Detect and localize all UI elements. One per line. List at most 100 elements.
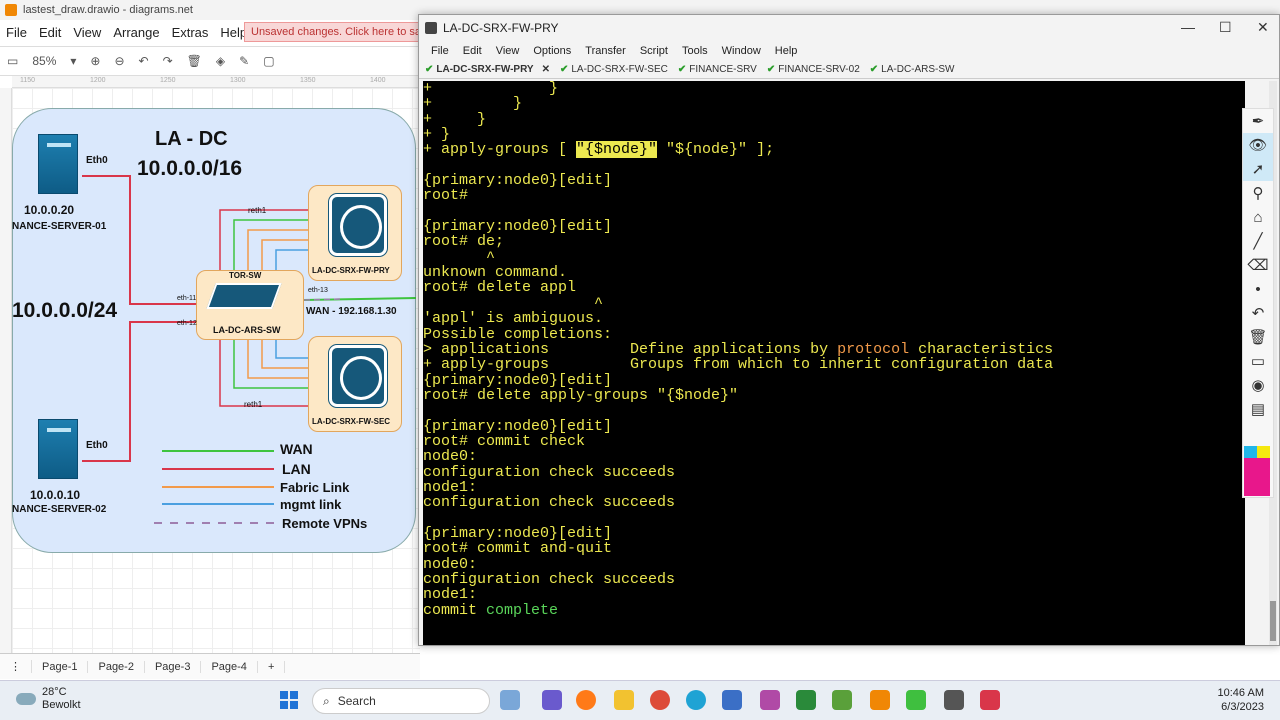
menu-edit[interactable]: Edit	[39, 25, 61, 40]
term-menu-options[interactable]: Options	[533, 45, 571, 57]
menu-arrange[interactable]: Arrange	[113, 25, 159, 40]
file-explorer-icon[interactable]	[614, 690, 634, 710]
pen-tip-icon[interactable]: ✒	[1243, 109, 1273, 133]
term-menu-window[interactable]: Window	[722, 45, 761, 57]
firewall-primary[interactable]: LA-DC-SRX-FW-PRY	[308, 185, 402, 281]
term-menu-tools[interactable]: Tools	[682, 45, 708, 57]
undo-icon[interactable]: ↶	[1243, 301, 1273, 325]
fill-color-icon[interactable]: ◈	[216, 54, 225, 68]
check-icon: ✔	[766, 64, 776, 75]
ruler-mark: 1150	[20, 77, 36, 84]
term-menu-view[interactable]: View	[496, 45, 520, 57]
terminal-line: commit complete	[423, 601, 559, 619]
page-menu-icon[interactable]: ⋮	[0, 660, 32, 673]
page-tab-2[interactable]: Page-2	[88, 660, 145, 673]
clipboard-icon[interactable]: ▤	[1243, 397, 1273, 421]
line-color-icon[interactable]: ✎	[239, 54, 249, 68]
search-icon: ⌕	[323, 693, 330, 708]
system-clock[interactable]: 10:46 AM 6/3/2023	[1214, 686, 1264, 714]
firefox-icon[interactable]	[576, 690, 596, 710]
page-tab-3[interactable]: Page-3	[145, 660, 202, 673]
unsaved-changes-button[interactable]: Unsaved changes. Click here to save.	[244, 22, 420, 42]
eraser-icon[interactable]: ⌫	[1243, 253, 1273, 277]
xbox-icon[interactable]	[796, 690, 816, 710]
whiteboard-icon[interactable]: ▭	[1243, 349, 1273, 373]
camera-icon[interactable]: ◉	[1243, 373, 1273, 397]
dot-icon[interactable]: •	[1243, 277, 1273, 301]
switch-icon	[206, 283, 282, 309]
task-view-icon[interactable]	[500, 690, 520, 710]
securecrt-icon[interactable]	[944, 690, 964, 710]
close-tab-icon[interactable]: ✕	[542, 64, 550, 75]
notepad-icon[interactable]	[832, 690, 852, 710]
app-icon[interactable]	[906, 690, 926, 710]
chrome-icon[interactable]	[650, 690, 670, 710]
app-icon[interactable]	[760, 690, 780, 710]
close-icon[interactable]: ✕	[1257, 19, 1269, 36]
server1-interface: Eth0	[86, 155, 108, 166]
windows-start-icon[interactable]	[280, 691, 298, 709]
terminal-line: root# delete apply-groups "{$node}"	[423, 386, 739, 404]
term-menu-script[interactable]: Script	[640, 45, 668, 57]
terminal-title: LA-DC-SRX-FW-PRY	[443, 21, 559, 35]
firewall-secondary[interactable]: LA-DC-SRX-FW-SEC	[308, 336, 402, 432]
term-menu-transfer[interactable]: Transfer	[585, 45, 626, 57]
edge-icon[interactable]	[686, 690, 706, 710]
tor-label: TOR-SW	[229, 271, 262, 280]
format-panel-icon[interactable]: ▭	[7, 54, 18, 68]
session-tab-fw-sec[interactable]: ✔ LA-DC-SRX-FW-SEC	[560, 64, 668, 75]
menu-file[interactable]: File	[6, 25, 27, 40]
terminal-line: node0:	[423, 555, 478, 573]
session-tab-finance-srv-02[interactable]: ✔ FINANCE-SRV-02	[767, 64, 860, 75]
tor-switch[interactable]: TOR-SW LA-DC-ARS-SW	[196, 270, 304, 340]
menu-extras[interactable]: Extras	[172, 25, 209, 40]
shadow-icon[interactable]: ▢	[263, 54, 274, 68]
term-menu-edit[interactable]: Edit	[463, 45, 482, 57]
chevron-down-icon[interactable]: ▾	[70, 54, 76, 68]
app-icon[interactable]	[980, 690, 1000, 710]
session-tab-label: FINANCE-SRV-02	[778, 64, 860, 75]
server-icon[interactable]	[38, 134, 78, 194]
page-tab-1[interactable]: Page-1	[32, 660, 89, 673]
color-swatches[interactable]	[1244, 446, 1270, 496]
line-icon[interactable]: ╱	[1243, 229, 1273, 253]
cursor-icon[interactable]: ➚	[1243, 157, 1273, 181]
pin-icon[interactable]: ⚲	[1243, 181, 1273, 205]
server-icon[interactable]	[38, 419, 78, 479]
trash-icon[interactable]: 🗑	[1243, 325, 1273, 349]
terminal-screen[interactable]: + } + } + } + } + apply-groups [ "{$node}" "…	[423, 81, 1245, 645]
terminal-line: configuration check succeeds	[423, 463, 676, 481]
teams-icon[interactable]	[542, 690, 562, 710]
reth-label: reth1	[244, 400, 263, 409]
term-menu-help[interactable]: Help	[775, 45, 798, 57]
zoom-select[interactable]: 85%	[32, 54, 56, 68]
clock-date: 6/3/2023	[1221, 701, 1264, 713]
weather-widget[interactable]: 28°C Bewolkt	[16, 686, 81, 712]
zoom-in-icon[interactable]: ⊕	[90, 54, 100, 68]
page-tab-4[interactable]: Page-4	[201, 660, 258, 673]
diagram-canvas[interactable]: LA - DC 10.0.0.0/16 Eth0 10.0.0.20 NANCE…	[12, 88, 420, 653]
session-tab-finance-srv[interactable]: ✔ FINANCE-SRV	[678, 64, 757, 75]
store-icon[interactable]	[722, 690, 742, 710]
session-tabs: ✔ LA-DC-SRX-FW-PRY ✕ ✔ LA-DC-SRX-FW-SEC ✔ FI…	[419, 61, 1279, 79]
ruler-mark: 1350	[300, 77, 316, 84]
delete-icon[interactable]: 🗑	[187, 54, 202, 68]
menu-view[interactable]: View	[73, 25, 101, 40]
drawio-taskbar-icon[interactable]	[870, 690, 890, 710]
minimize-icon[interactable]: —	[1181, 19, 1195, 35]
undo-icon[interactable]: ↶	[139, 54, 149, 68]
zoom-out-icon[interactable]: ⊖	[114, 54, 124, 68]
tag-icon[interactable]: ⌂	[1243, 205, 1273, 229]
taskbar-search[interactable]: ⌕ Search	[312, 688, 490, 714]
session-tab-ars-sw[interactable]: ✔ LA-DC-ARS-SW	[870, 64, 955, 75]
redo-icon[interactable]: ↷	[163, 54, 173, 68]
terminal-line: root#	[423, 187, 469, 205]
term-menu-file[interactable]: File	[431, 45, 449, 57]
eye-icon[interactable]: 👁	[1243, 133, 1273, 157]
terminal-line: {primary:node0}[edit]	[423, 218, 613, 236]
add-page-icon[interactable]: +	[258, 660, 286, 673]
terminal-line: configuration check succeeds	[423, 571, 676, 588]
scrollbar-thumb[interactable]	[1270, 601, 1276, 641]
session-tab-fw-pry[interactable]: ✔ LA-DC-SRX-FW-PRY ✕	[425, 64, 550, 75]
maximize-icon[interactable]: ☐	[1219, 19, 1232, 36]
